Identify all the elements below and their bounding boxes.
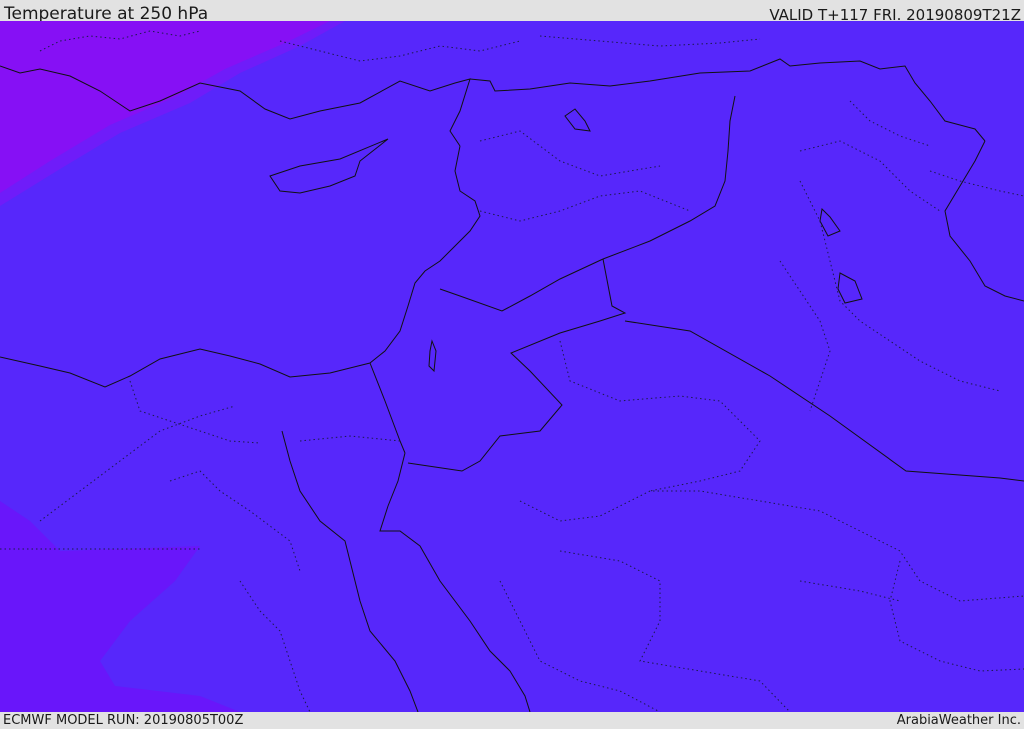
map-canvas: [0, 21, 1024, 712]
model-run-label: ECMWF MODEL RUN: 20190805T00Z: [3, 713, 244, 728]
header-bar: Temperature at 250 hPa VALID T+117 FRI. …: [0, 0, 1024, 24]
temperature-field: [0, 21, 1024, 712]
credit-label: ArabiaWeather Inc.: [896, 713, 1021, 728]
map-area[interactable]: [0, 21, 1024, 712]
footer-bar: ECMWF MODEL RUN: 20190805T00Z ArabiaWeat…: [0, 712, 1024, 729]
